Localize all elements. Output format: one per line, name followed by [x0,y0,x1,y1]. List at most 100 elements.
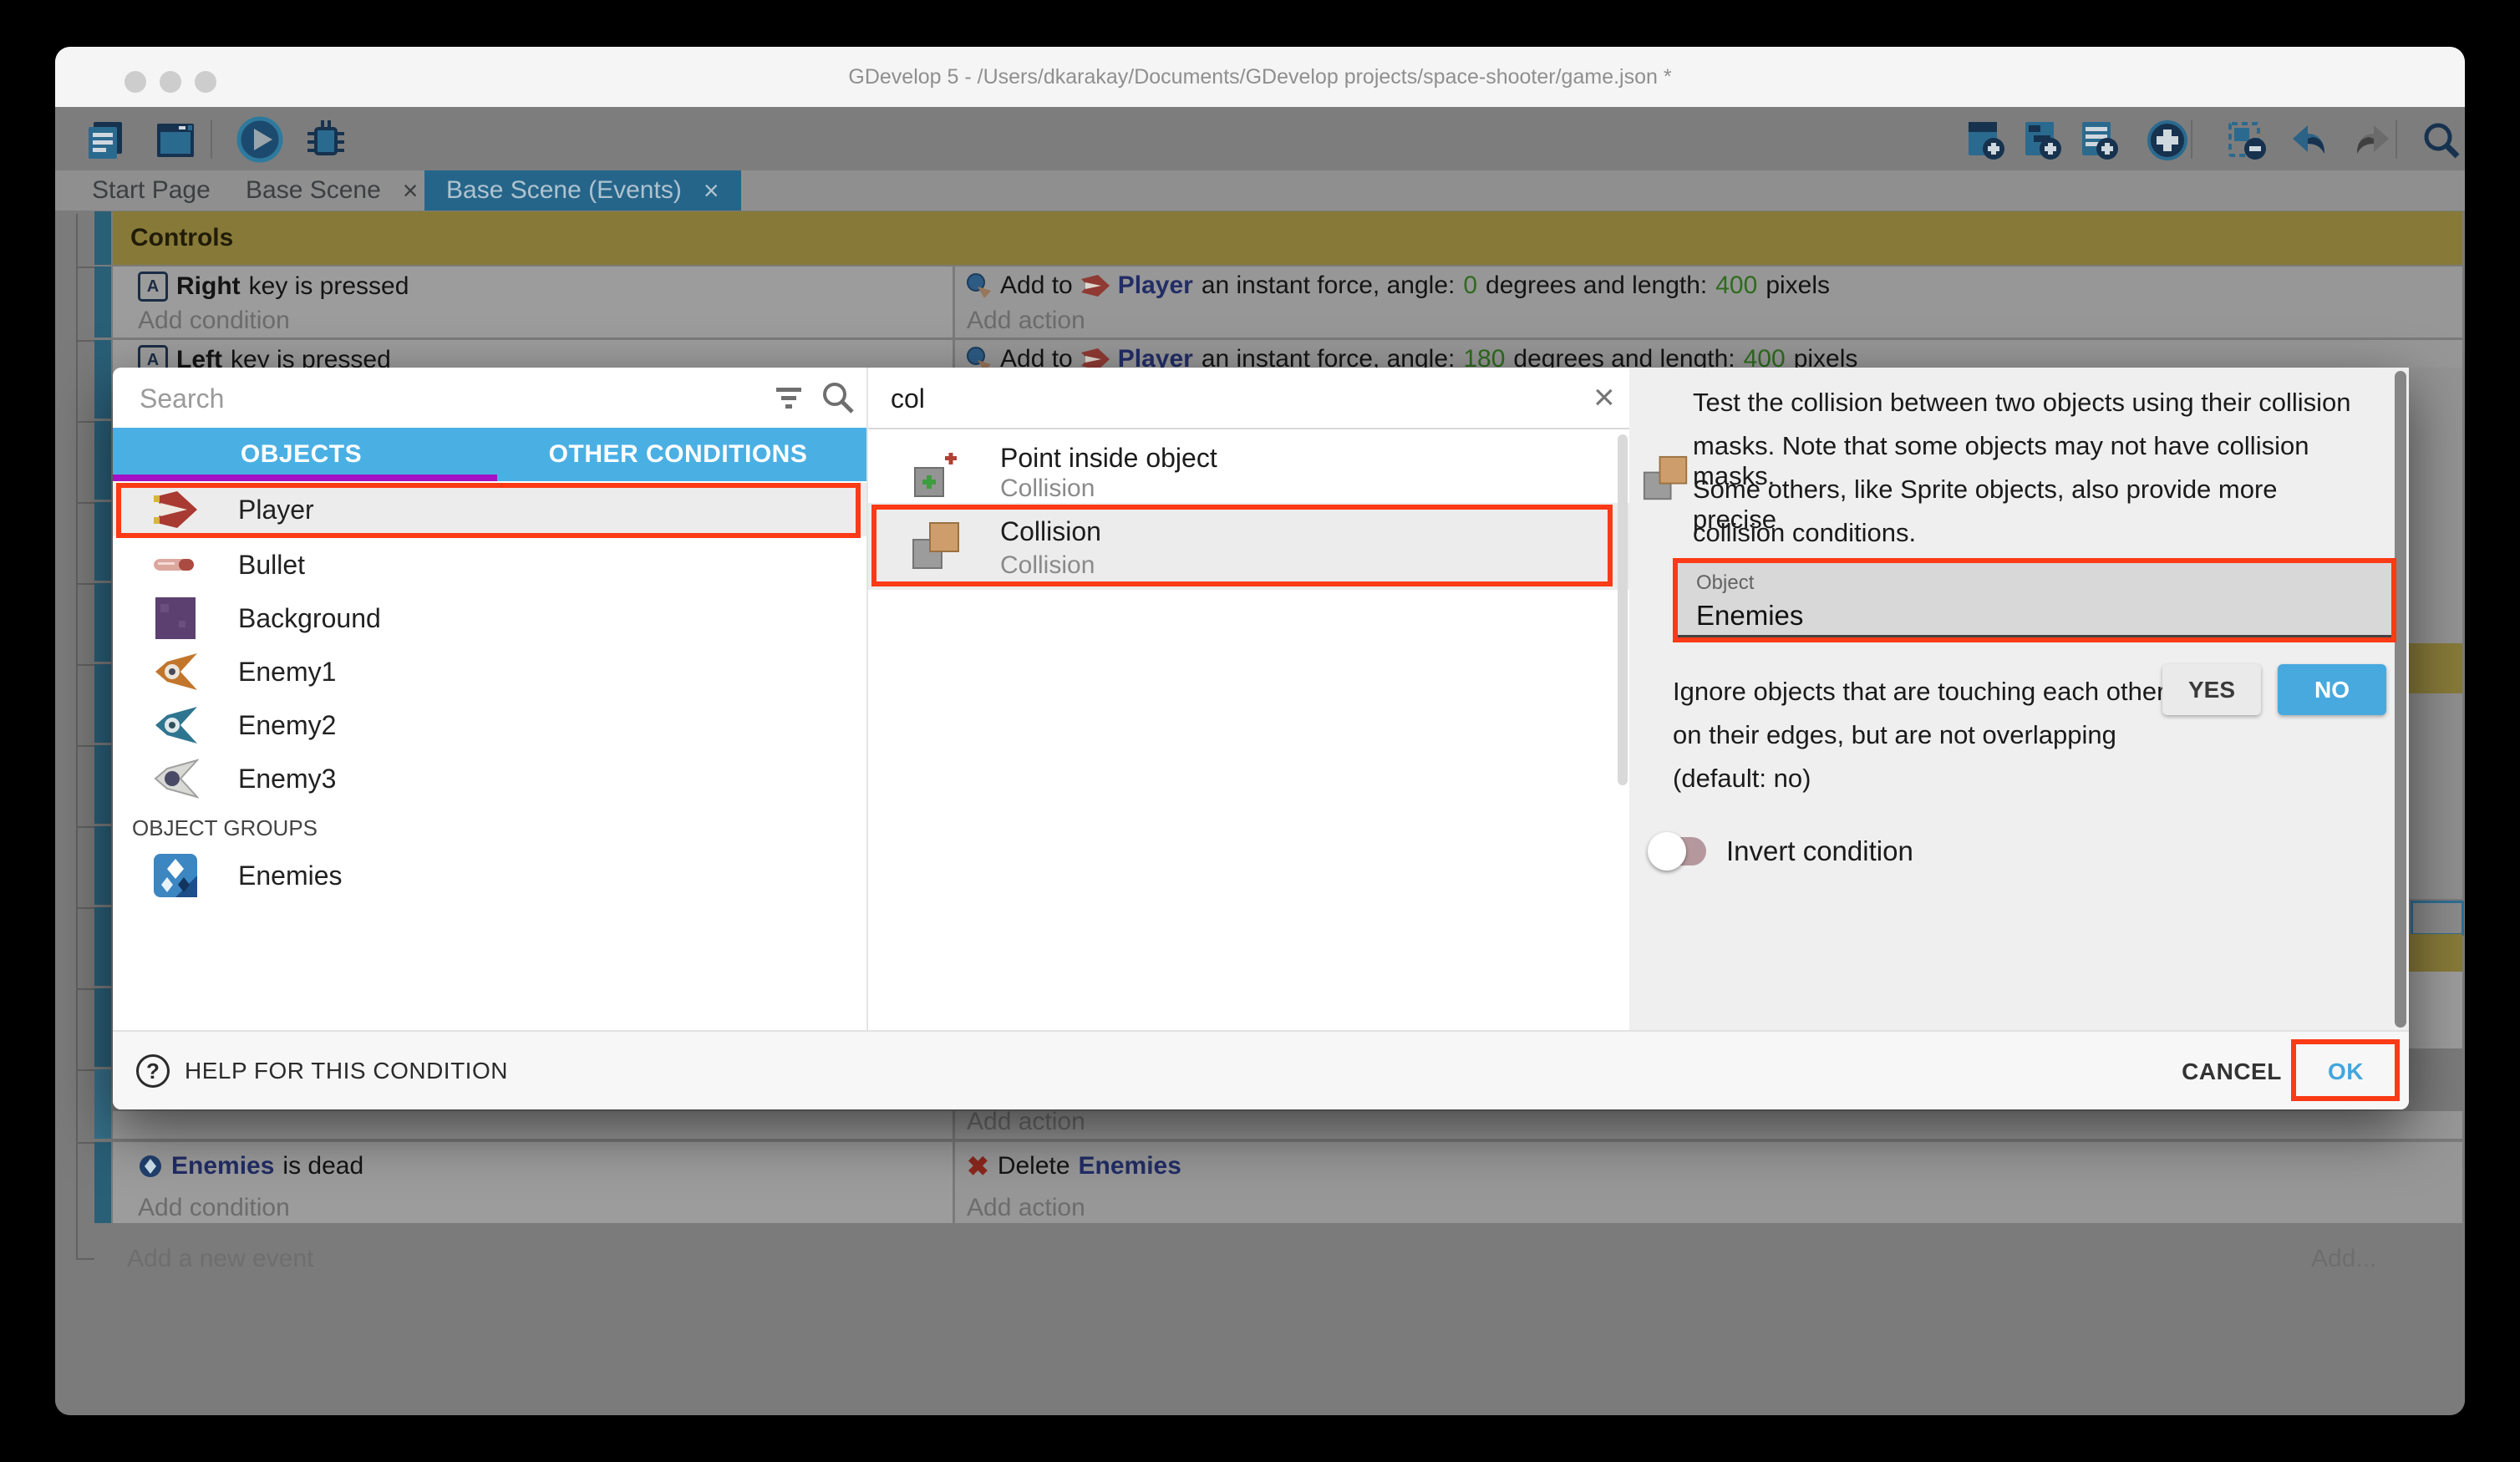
object-search-input[interactable] [138,376,726,421]
player-object-icon [1081,275,1110,297]
condition-detail-panel: Test the collision between two objects u… [1629,368,2409,1030]
add-action-link[interactable]: Add action [967,307,1085,335]
condition-subtitle: Collision [1000,475,1095,503]
point-inside-object-icon [912,453,958,505]
add-comment-icon[interactable] [2077,119,2121,162]
ignore-edges-text: Ignore objects that are touching each ot… [1673,677,2191,707]
event-group-row[interactable]: Controls [113,211,2462,265]
enemy2-object-icon [113,705,238,745]
help-link[interactable]: HELP FOR THIS CONDITION [185,1032,508,1111]
param-length: 400 [1715,272,1757,300]
tab-label: Base Scene [246,170,381,211]
object-row-enemy3[interactable]: Enemy3 [113,752,866,805]
object-parameter-field[interactable]: Object Enemies [1673,558,2396,642]
add-condition-link[interactable]: Add condition [138,1194,290,1222]
scene-editor-icon[interactable] [154,119,197,162]
condition-row-point-inside[interactable]: Point inside object Collision [868,434,1617,503]
debug-icon[interactable] [304,119,348,162]
event-handle[interactable] [94,267,111,338]
tab-label: Start Page [92,170,211,211]
enemy1-object-icon [113,652,238,692]
actions-cell[interactable]: Add action [955,1111,2462,1139]
yes-button[interactable]: YES [2162,664,2261,715]
cancel-button[interactable]: CANCEL [2173,1032,2290,1111]
add-more-link[interactable]: Add... [2311,1245,2376,1273]
object-row-background[interactable]: Background [113,591,866,645]
object-groups-header: OBJECT GROUPS [132,815,318,841]
object-search-row [113,368,866,428]
search-icon[interactable] [820,379,856,416]
close-icon[interactable]: × [403,170,419,211]
object-row-bullet[interactable]: Bullet [113,538,866,591]
delete-event-icon[interactable] [2225,119,2269,162]
background-object-icon [113,597,238,639]
help-icon[interactable]: ? [136,1054,170,1088]
invert-condition-label: Invert condition [1726,835,1913,867]
enemy3-object-icon [113,759,238,799]
event-handle[interactable] [94,340,111,419]
event-handle[interactable] [94,1142,111,1223]
conditions-list-panel: × Point inside object Collision Collisio… [868,368,1629,1030]
scrollbar[interactable] [2395,371,2406,1028]
play-icon[interactable] [236,115,284,164]
annotation-collision-row [871,505,1613,586]
tab-start-page[interactable]: Start Page [70,170,232,211]
close-icon[interactable]: × [704,170,719,211]
keyboard-key-icon: A [138,272,168,302]
project-manager-icon[interactable] [85,119,129,162]
toolbar-divider [2396,120,2397,159]
tab-objects[interactable]: OBJECTS [113,428,490,481]
add-circle-icon[interactable] [2146,119,2189,162]
condition-title: Point inside object [1000,443,1217,474]
invert-condition-toggle[interactable] [1648,837,1706,866]
annotation-ok-button [2291,1039,2400,1101]
active-tab-underline [113,475,497,481]
object-row-enemy1[interactable]: Enemy1 [113,645,866,698]
event-group-row [2409,934,2462,972]
no-button[interactable]: NO [2278,664,2386,715]
conditions-cell[interactable]: A Right key is pressed Add condition [113,267,953,338]
group-row-enemies[interactable]: Enemies [113,849,866,902]
undo-icon[interactable] [2288,119,2331,162]
toolbar-divider [2191,120,2192,159]
selected-row-outline [2411,901,2464,936]
actions-cell[interactable]: Add to Player an instant force, angle: 0… [955,267,2462,338]
add-action-link[interactable]: Add action [967,1194,1085,1222]
redo-icon[interactable] [2350,119,2394,162]
field-label: Object [1696,571,1754,595]
add-action-link[interactable]: Add action [967,1108,1085,1136]
actions-cell[interactable]: ✖ Delete Enemies Add action [955,1142,2462,1223]
object-row-enemy2[interactable]: Enemy2 [113,698,866,752]
conditions-cell[interactable] [113,1111,953,1139]
add-subevent-icon[interactable] [2020,119,2064,162]
clear-search-icon[interactable]: × [1593,378,1615,418]
toolbar [55,107,2465,170]
desktop: { "colors": { "annotation_red": "#fb3a16… [0,0,2520,1462]
param-angle: 0 [1463,272,1477,300]
enemies-group-icon [113,854,238,897]
event-handle[interactable] [94,211,111,265]
object-name: Enemies [171,1152,274,1180]
add-event-icon[interactable] [1964,119,2007,162]
condition-search-input[interactable] [889,376,1477,421]
instruction-editor-dialog: OBJECTS OTHER CONDITIONS Player Bullet B… [113,368,2409,1109]
condition-text: key is pressed [249,272,409,301]
scrollbar[interactable] [1618,434,1628,785]
condition-key: Right [176,272,241,301]
tab-other-conditions[interactable]: OTHER CONDITIONS [490,428,866,481]
tab-base-scene-events[interactable]: Base Scene (Events) × [424,170,741,211]
event-group-row [2409,643,2462,693]
tab-base-scene[interactable]: Base Scene × [224,170,439,211]
tab-label: Base Scene (Events) [446,170,682,211]
event-group-label: Controls [130,211,233,265]
event-tree-line [76,214,78,1258]
field-value: Enemies [1696,600,1803,632]
tabbar: Start Page Base Scene × Base Scene (Even… [55,170,2465,211]
filter-icon[interactable] [773,384,806,413]
add-new-event-link[interactable]: Add a new event [127,1245,314,1273]
toolbar-divider [211,120,212,159]
conditions-cell[interactable]: Enemies is dead Add condition [113,1142,953,1223]
search-icon[interactable] [2420,119,2463,162]
add-condition-link[interactable]: Add condition [138,307,290,335]
app-window: GDevelop 5 - /Users/dkarakay/Documents/G… [55,47,2465,1415]
